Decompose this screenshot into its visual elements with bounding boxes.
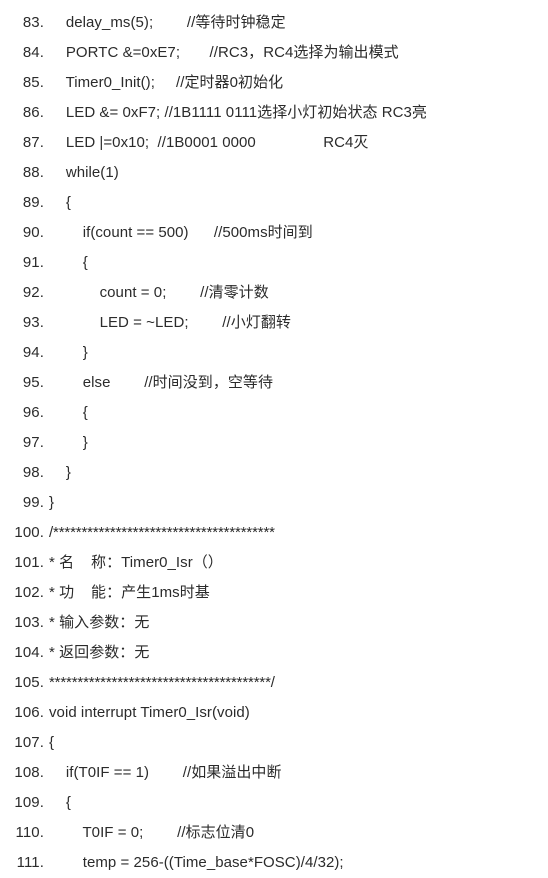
line-number: 99. xyxy=(22,494,44,511)
code-line: 99.} xyxy=(0,488,548,518)
line-text: * 功 能：产生1ms时基 xyxy=(49,584,210,601)
line-number: 85. xyxy=(22,74,44,91)
line-text: if(T0IF == 1) //如果溢出中断 xyxy=(49,764,282,781)
line-text: PORTC &=0xE7; //RC3，RC4选择为输出模式 xyxy=(49,44,399,61)
line-number: 102. xyxy=(14,584,44,601)
code-listing: 83. delay_ms(5); //等待时钟稳定 84. PORTC &=0xE… xyxy=(0,0,548,878)
line-text: /*************************************** xyxy=(49,524,275,541)
code-line: 110. T0IF = 0; //标志位清0 xyxy=(0,818,548,848)
line-text: while(1) xyxy=(49,164,119,181)
line-number: 83. xyxy=(22,14,44,31)
line-number: 94. xyxy=(22,344,44,361)
line-number: 105. xyxy=(14,674,44,691)
line-text: if(count == 500) //500ms时间到 xyxy=(49,224,313,241)
code-line: 85. Timer0_Init(); //定时器0初始化 xyxy=(0,68,548,98)
code-line: 87. LED |=0x10; //1B0001 0000 RC4灭 xyxy=(0,128,548,158)
code-line: 104. * 返回参数：无 xyxy=(0,638,548,668)
line-number: 98. xyxy=(22,464,44,481)
line-number: 107. xyxy=(14,734,44,751)
line-number: 108. xyxy=(14,764,44,781)
line-number: 93. xyxy=(22,314,44,331)
line-text: LED &= 0xF7; //1B1111 0111选择小灯初始状态 RC3亮 xyxy=(49,104,427,121)
line-text: LED |=0x10; //1B0001 0000 RC4灭 xyxy=(49,134,369,151)
line-text: * 输入参数：无 xyxy=(49,614,150,631)
code-line: 94. } xyxy=(0,338,548,368)
code-line: 98. } xyxy=(0,458,548,488)
code-line: 91. { xyxy=(0,248,548,278)
line-text: temp = 256-((Time_base*FOSC)/4/32); xyxy=(49,854,344,871)
line-number: 103. xyxy=(14,614,44,631)
line-text: delay_ms(5); //等待时钟稳定 xyxy=(49,14,286,31)
code-line: 88. while(1) xyxy=(0,158,548,188)
line-number: 101. xyxy=(14,554,44,571)
code-line: 108. if(T0IF == 1) //如果溢出中断 xyxy=(0,758,548,788)
line-number: 86. xyxy=(22,104,44,121)
code-line: 100. /***********************************… xyxy=(0,518,548,548)
line-text: } xyxy=(49,464,71,481)
line-text: void interrupt Timer0_Isr(void) xyxy=(49,704,250,721)
line-text: else //时间没到，空等待 xyxy=(49,374,274,391)
code-line: 109. { xyxy=(0,788,548,818)
line-text: Timer0_Init(); //定时器0初始化 xyxy=(49,74,284,91)
code-line: 106. void interrupt Timer0_Isr(void) xyxy=(0,698,548,728)
line-text: * 返回参数：无 xyxy=(49,644,150,661)
line-number: 89. xyxy=(22,194,44,211)
line-number: 109. xyxy=(14,794,44,811)
line-text: { xyxy=(49,794,71,811)
line-text: } xyxy=(49,494,55,511)
line-number: 91. xyxy=(22,254,44,271)
code-line: 107. { xyxy=(0,728,548,758)
code-line: 84. PORTC &=0xE7; //RC3，RC4选择为输出模式 xyxy=(0,38,548,68)
line-number: 106. xyxy=(14,704,44,721)
line-number: 92. xyxy=(22,284,44,301)
line-number: 87. xyxy=(22,134,44,151)
code-line: 103. * 输入参数：无 xyxy=(0,608,548,638)
line-number: 104. xyxy=(14,644,44,661)
line-text: { xyxy=(49,404,88,421)
code-line: 89. { xyxy=(0,188,548,218)
code-line: 96. { xyxy=(0,398,548,428)
code-line: 97. } xyxy=(0,428,548,458)
code-line: 102. * 功 能：产生1ms时基 xyxy=(0,578,548,608)
line-text: T0IF = 0; //标志位清0 xyxy=(49,824,255,841)
line-number: 96. xyxy=(22,404,44,421)
line-number: 90. xyxy=(22,224,44,241)
line-number: 97. xyxy=(22,434,44,451)
line-number: 95. xyxy=(22,374,44,391)
code-line: 105. ************************************… xyxy=(0,668,548,698)
code-line: 101. * 名 称：Timer0_Isr（） xyxy=(0,548,548,578)
code-line: 111. temp = 256-((Time_base*FOSC)/4/32); xyxy=(0,848,548,878)
line-text: LED = ~LED; //小灯翻转 xyxy=(49,314,291,331)
line-text: } xyxy=(49,344,88,361)
line-text: { xyxy=(49,254,88,271)
line-number: 84. xyxy=(22,44,44,61)
code-line: 86. LED &= 0xF7; //1B1111 0111选择小灯初始状态 R… xyxy=(0,98,548,128)
line-number: 111. xyxy=(16,854,44,871)
line-number: 110. xyxy=(15,824,44,841)
code-line: 95. else //时间没到，空等待 xyxy=(0,368,548,398)
code-line: 83. delay_ms(5); //等待时钟稳定 xyxy=(0,8,548,38)
code-line: 90. if(count == 500) //500ms时间到 xyxy=(0,218,548,248)
line-text: } xyxy=(49,434,88,451)
line-text: { xyxy=(49,734,55,751)
code-line: 92. count = 0; //清零计数 xyxy=(0,278,548,308)
line-number: 100. xyxy=(14,524,44,541)
line-text: { xyxy=(49,194,71,211)
line-text: * 名 称：Timer0_Isr（） xyxy=(49,554,223,571)
line-text: ***************************************/ xyxy=(49,674,275,691)
code-line: 93. LED = ~LED; //小灯翻转 xyxy=(0,308,548,338)
line-text: count = 0; //清零计数 xyxy=(49,284,269,301)
line-number: 88. xyxy=(22,164,44,181)
